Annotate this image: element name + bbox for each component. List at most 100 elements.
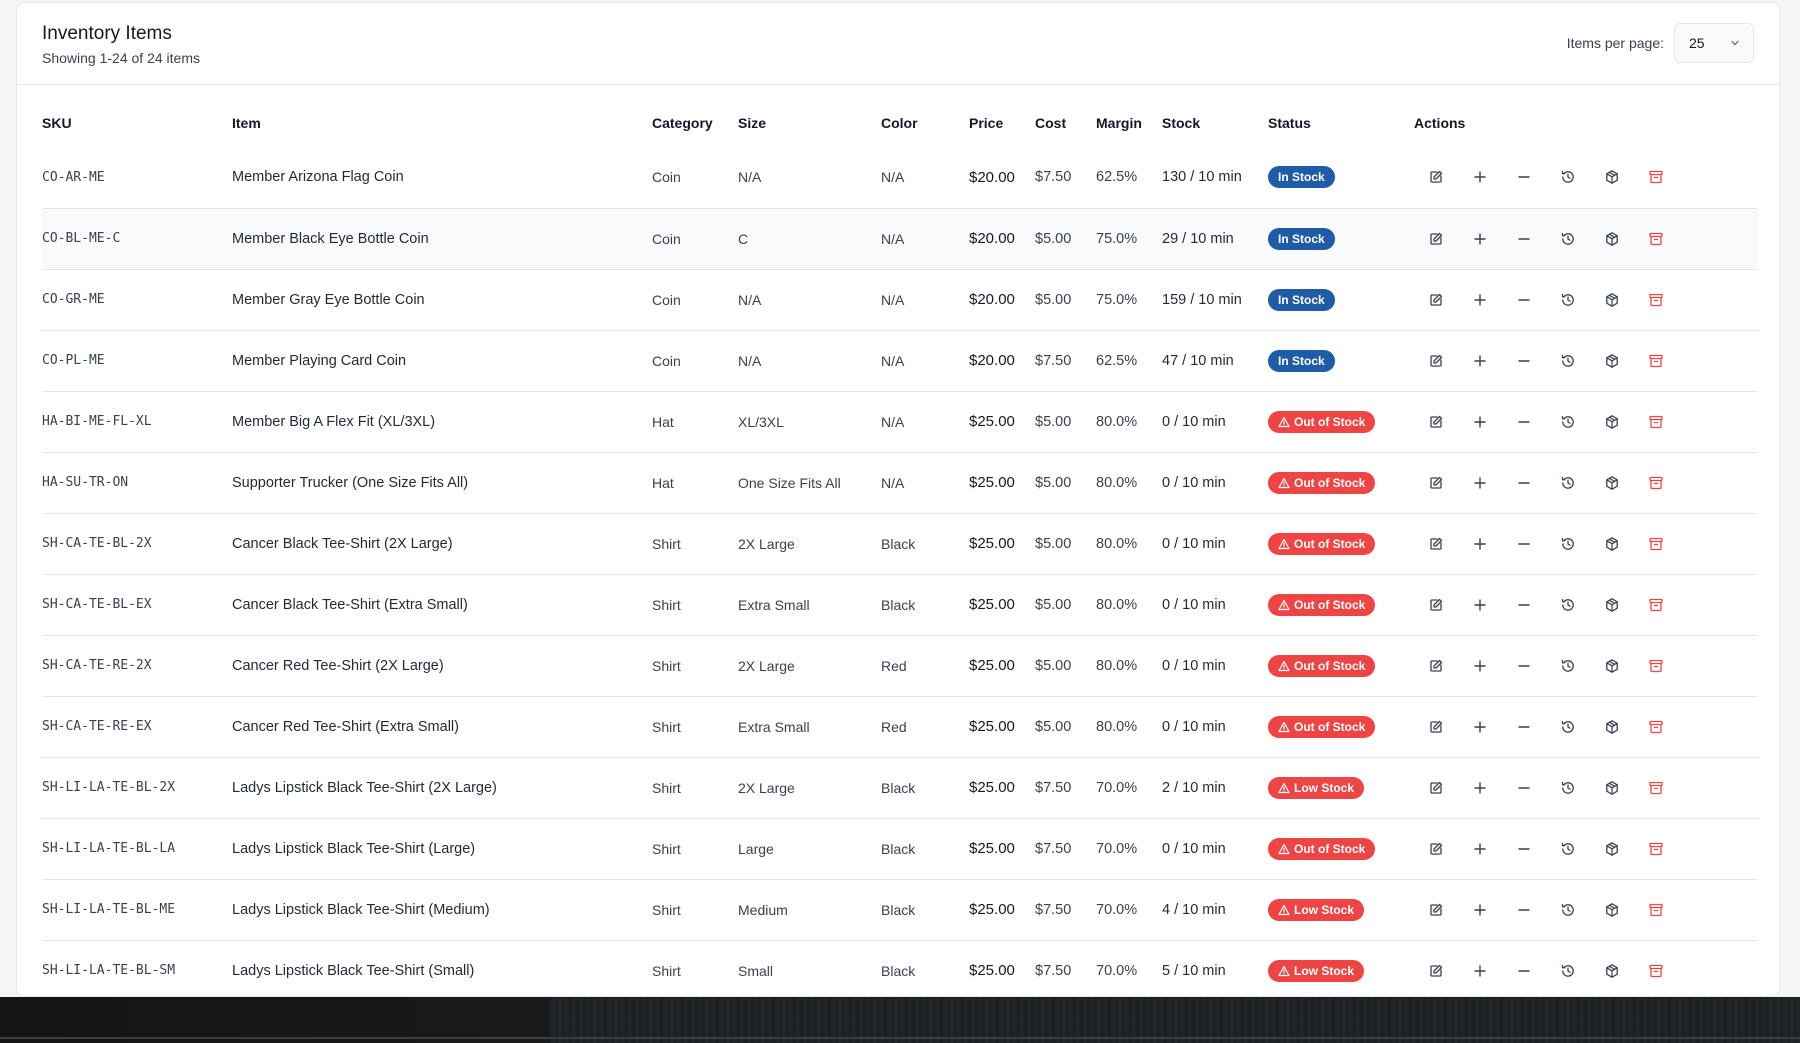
add-stock-button[interactable] [1458,347,1502,375]
table-row[interactable]: CO-AR-ME Member Arizona Flag Coin Coin N/A N… [42,147,1758,208]
add-stock-button[interactable] [1458,408,1502,436]
inventory-button[interactable] [1590,652,1634,680]
edit-button[interactable] [1414,652,1458,680]
add-stock-button[interactable] [1458,530,1502,558]
edit-button[interactable] [1414,225,1458,253]
archive-button[interactable] [1634,713,1678,741]
items-per-page-select[interactable]: 25 [1674,23,1754,63]
edit-button[interactable] [1414,286,1458,314]
edit-button[interactable] [1414,591,1458,619]
archive-button[interactable] [1634,469,1678,497]
inventory-button[interactable] [1590,896,1634,924]
inventory-button[interactable] [1590,286,1634,314]
inventory-button[interactable] [1590,469,1634,497]
inventory-button[interactable] [1590,957,1634,985]
table-row[interactable]: SH-CA-TE-RE-EX Cancer Red Tee-Shirt (Extr… [42,695,1758,757]
table-row[interactable]: SH-LI-LA-TE-BL-SM Ladys Lipstick Black Te… [42,939,1758,996]
table-row[interactable]: SH-CA-TE-RE-2X Cancer Red Tee-Shirt (2X L… [42,634,1758,696]
archive-button[interactable] [1634,347,1678,375]
history-button[interactable] [1546,469,1590,497]
edit-button[interactable] [1414,713,1458,741]
inventory-button[interactable] [1590,774,1634,802]
remove-stock-button[interactable] [1502,408,1546,436]
history-button[interactable] [1546,225,1590,253]
archive-button[interactable] [1634,408,1678,436]
archive-button[interactable] [1634,652,1678,680]
remove-stock-button[interactable] [1502,957,1546,985]
add-stock-button[interactable] [1458,469,1502,497]
add-stock-button[interactable] [1458,163,1502,191]
table-row[interactable]: SH-LI-LA-TE-BL-ME Ladys Lipstick Black Te… [42,878,1758,940]
add-stock-button[interactable] [1458,896,1502,924]
edit-button[interactable] [1414,347,1458,375]
add-stock-button[interactable] [1458,774,1502,802]
remove-stock-button[interactable] [1502,225,1546,253]
table-row[interactable]: CO-PL-ME Member Playing Card Coin Coin N/A N… [42,329,1758,391]
remove-stock-button[interactable] [1502,774,1546,802]
remove-stock-button[interactable] [1502,347,1546,375]
archive-button[interactable] [1634,835,1678,863]
add-stock-button[interactable] [1458,713,1502,741]
history-button[interactable] [1546,347,1590,375]
inventory-button[interactable] [1590,835,1634,863]
table-row[interactable]: HA-BI-ME-FL-XL Member Big A Flex Fit (XL/… [42,390,1758,452]
history-button[interactable] [1546,408,1590,436]
remove-stock-button[interactable] [1502,286,1546,314]
archive-button[interactable] [1634,225,1678,253]
edit-button[interactable] [1414,774,1458,802]
archive-button[interactable] [1634,163,1678,191]
add-stock-button[interactable] [1458,652,1502,680]
table-row[interactable]: SH-CA-TE-BL-2X Cancer Black Tee-Shirt (2X… [42,512,1758,574]
remove-stock-button[interactable] [1502,896,1546,924]
edit-button[interactable] [1414,896,1458,924]
history-button[interactable] [1546,957,1590,985]
inventory-button[interactable] [1590,225,1634,253]
archive-button[interactable] [1634,957,1678,985]
history-button[interactable] [1546,713,1590,741]
table-row[interactable]: CO-GR-ME Member Gray Eye Bottle Coin Coin N… [42,268,1758,330]
edit-button[interactable] [1414,957,1458,985]
inventory-button[interactable] [1590,163,1634,191]
edit-button[interactable] [1414,408,1458,436]
archive-button[interactable] [1634,896,1678,924]
inventory-button[interactable] [1590,347,1634,375]
edit-button[interactable] [1414,469,1458,497]
history-button[interactable] [1546,286,1590,314]
inventory-button[interactable] [1590,591,1634,619]
inventory-button[interactable] [1590,530,1634,558]
table-row[interactable]: SH-LI-LA-TE-BL-LA Ladys Lipstick Black Te… [42,817,1758,879]
table-row[interactable]: HA-SU-TR-ON Supporter Trucker (One Size F… [42,451,1758,513]
archive-button[interactable] [1634,530,1678,558]
history-button[interactable] [1546,835,1590,863]
history-button[interactable] [1546,774,1590,802]
archive-button[interactable] [1634,774,1678,802]
edit-button[interactable] [1414,835,1458,863]
add-stock-button[interactable] [1458,591,1502,619]
remove-stock-button[interactable] [1502,163,1546,191]
table-row[interactable]: SH-CA-TE-BL-EX Cancer Black Tee-Shirt (Ex… [42,573,1758,635]
remove-stock-button[interactable] [1502,469,1546,497]
add-stock-button[interactable] [1458,957,1502,985]
history-button[interactable] [1546,591,1590,619]
status-label: Out of Stock [1294,475,1366,490]
remove-stock-button[interactable] [1502,591,1546,619]
history-button[interactable] [1546,163,1590,191]
remove-stock-button[interactable] [1502,713,1546,741]
history-button[interactable] [1546,896,1590,924]
table-row[interactable]: CO-BL-ME-C Member Black Eye Bottle Coin Co… [42,207,1758,269]
edit-button[interactable] [1414,163,1458,191]
add-stock-button[interactable] [1458,286,1502,314]
remove-stock-button[interactable] [1502,652,1546,680]
archive-button[interactable] [1634,591,1678,619]
edit-button[interactable] [1414,530,1458,558]
archive-button[interactable] [1634,286,1678,314]
history-button[interactable] [1546,652,1590,680]
add-stock-button[interactable] [1458,835,1502,863]
remove-stock-button[interactable] [1502,835,1546,863]
remove-stock-button[interactable] [1502,530,1546,558]
add-stock-button[interactable] [1458,225,1502,253]
inventory-button[interactable] [1590,713,1634,741]
inventory-button[interactable] [1590,408,1634,436]
history-button[interactable] [1546,530,1590,558]
table-row[interactable]: SH-LI-LA-TE-BL-2X Ladys Lipstick Black Te… [42,756,1758,818]
